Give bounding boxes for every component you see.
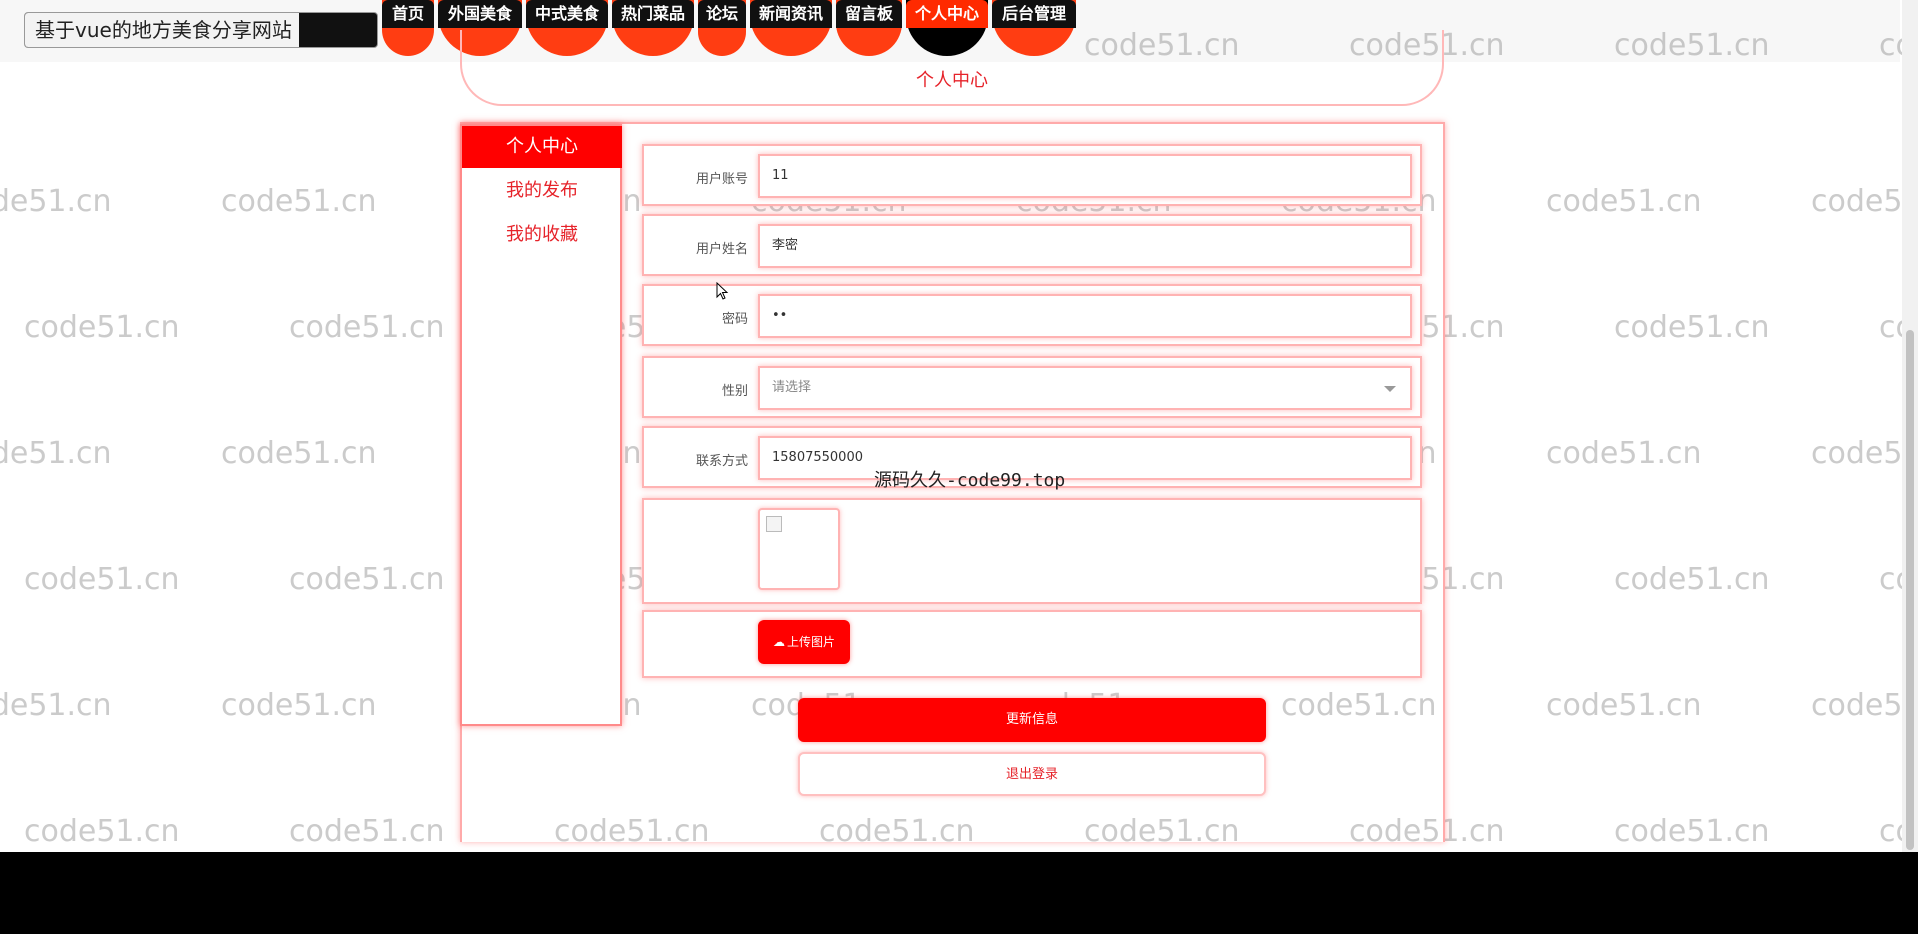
watermark-text: code51.cn bbox=[221, 688, 377, 723]
name-label: 用户姓名 bbox=[695, 242, 748, 257]
form-row-upload: ☁ 上传图片 bbox=[642, 610, 1422, 678]
sidebar-item-my-favorites[interactable]: 我的收藏 bbox=[462, 214, 622, 256]
form-row-name: 用户姓名 李密 bbox=[642, 214, 1422, 276]
watermark-text: code51.cn bbox=[1546, 688, 1702, 723]
nav-label: 论坛 bbox=[698, 0, 746, 28]
page: code51.cn code51.cn code51.cn co de51.cn code… bbox=[0, 0, 1918, 934]
account-label: 用户账号 bbox=[695, 172, 748, 187]
account-input[interactable]: 11 bbox=[758, 154, 1412, 198]
site-title: 基于vue的地方美食分享网站 bbox=[25, 13, 299, 47]
watermark-text: code51.cn bbox=[24, 814, 180, 849]
nav-item-home[interactable]: 首页 bbox=[382, 0, 434, 56]
watermark-text: code51.cn bbox=[0, 436, 112, 471]
sidebar-item-personal-center[interactable]: 个人中心 bbox=[462, 126, 622, 168]
watermark-text: code51.cn bbox=[1546, 436, 1702, 471]
overlay-watermark-text: 源码久久-code99.top bbox=[874, 470, 1066, 491]
watermark-text: code51.cn bbox=[221, 184, 377, 219]
sidebar: 个人中心 我的发布 我的收藏 bbox=[460, 124, 622, 726]
watermark-text: code51.cn bbox=[289, 814, 445, 849]
watermark-text: code51.cn bbox=[24, 562, 180, 597]
upload-button-label: 上传图片 bbox=[786, 635, 835, 649]
form-row-account: 用户账号 11 bbox=[642, 144, 1422, 206]
form-row-avatar bbox=[642, 498, 1422, 604]
nav-label: 外国美食 bbox=[438, 0, 522, 28]
page-title-banner: 个人中心 bbox=[460, 30, 1444, 106]
watermark-text: code51.cn bbox=[1614, 562, 1770, 597]
form-row-password: 密码 •• bbox=[642, 284, 1422, 346]
watermark-text: code51.cn bbox=[221, 436, 377, 471]
logout-button[interactable]: 退出登录 bbox=[798, 752, 1266, 796]
watermark-text: code51.cn bbox=[1614, 814, 1770, 849]
contact-label: 联系方式 bbox=[695, 454, 748, 469]
watermark-text: code51.cn bbox=[289, 562, 445, 597]
site-title-box[interactable]: 基于vue的地方美食分享网站 bbox=[24, 12, 378, 48]
cloud-upload-icon: ☁ bbox=[772, 635, 785, 649]
watermark-text: code51.cn bbox=[0, 184, 112, 219]
gender-select-placeholder: 请选择 bbox=[772, 380, 812, 395]
password-label: 密码 bbox=[721, 312, 748, 327]
upload-image-button[interactable]: ☁ 上传图片 bbox=[758, 620, 850, 664]
nav-label: 后台管理 bbox=[992, 0, 1076, 28]
gender-select[interactable]: 请选择 bbox=[758, 366, 1412, 410]
nav-label: 新闻资讯 bbox=[750, 0, 832, 28]
scrollbar-thumb[interactable] bbox=[1906, 330, 1914, 850]
watermark-text: code51.cn bbox=[0, 688, 112, 723]
nav-label: 首页 bbox=[382, 0, 434, 28]
update-info-button[interactable]: 更新信息 bbox=[798, 698, 1266, 742]
mouse-cursor-icon bbox=[716, 282, 729, 300]
bottom-black-bar bbox=[0, 852, 1918, 934]
watermark-text: code51.cn bbox=[1614, 310, 1770, 345]
gender-label: 性别 bbox=[721, 384, 748, 399]
watermark-text: code51.cn bbox=[289, 310, 445, 345]
nav-label: 中式美食 bbox=[526, 0, 608, 28]
nav-label: 留言板 bbox=[836, 0, 902, 28]
form-row-gender: 性别 请选择 bbox=[642, 356, 1422, 418]
broken-image-icon bbox=[766, 516, 782, 532]
contact-input[interactable]: 15807550000 bbox=[758, 436, 1412, 480]
watermark-text: code51.cn bbox=[24, 310, 180, 345]
avatar-preview bbox=[758, 508, 840, 590]
page-title: 个人中心 bbox=[916, 70, 988, 91]
sidebar-item-my-posts[interactable]: 我的发布 bbox=[462, 170, 622, 212]
nav-label: 个人中心 bbox=[906, 0, 988, 28]
password-input[interactable]: •• bbox=[758, 294, 1412, 338]
nav-label: 热门菜品 bbox=[612, 0, 694, 28]
chevron-down-icon bbox=[1384, 386, 1396, 392]
name-input[interactable]: 李密 bbox=[758, 224, 1412, 268]
watermark-text: code51.cn bbox=[1546, 184, 1702, 219]
